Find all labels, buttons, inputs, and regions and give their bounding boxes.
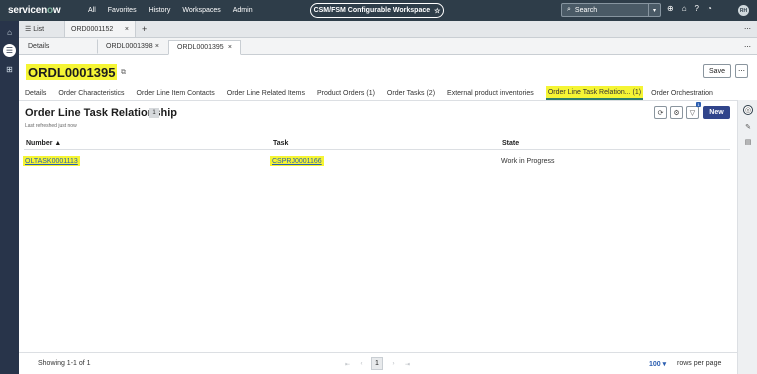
subtab-details[interactable]: Details	[19, 39, 97, 54]
tab-order-orchestration[interactable]: Order Orchestration	[651, 86, 713, 100]
tab-product-orders[interactable]: Product Orders (1)	[317, 86, 375, 100]
last-refreshed-text: Last refreshed just now	[25, 123, 77, 129]
document-icon[interactable]: ▤	[743, 137, 753, 147]
nav-all[interactable]: All	[82, 7, 102, 14]
add-tab-button[interactable]: +	[136, 21, 153, 37]
tab-order-tasks[interactable]: Order Tasks (2)	[387, 86, 435, 100]
gear-icon: ⚙	[673, 109, 680, 117]
record-subtab-strip: Details ORDL0001398 × ORDL0001395 × ⋯	[19, 38, 757, 55]
subtab-ordl0001398[interactable]: ORDL0001398 ×	[97, 39, 168, 54]
header-divider	[24, 149, 730, 150]
tab-ord-label: ORD0001152	[71, 25, 114, 33]
help-icon[interactable]: ?	[695, 4, 699, 13]
tab-order-line-task-relationship[interactable]: Order Line Task Relation... (1)	[545, 86, 644, 100]
record-tabs: Details Order Characteristics Order Line…	[25, 86, 737, 100]
more-subtabs-button[interactable]: ⋯	[744, 39, 751, 54]
refresh-icon: ⟳	[657, 109, 664, 117]
global-search[interactable]: ⌕ Search ▾	[561, 3, 661, 17]
subtab-395-label: ORDL0001395	[177, 44, 224, 51]
pagination-summary: Showing 1-1 of 1	[38, 360, 91, 367]
filter-button[interactable]: ▽	[686, 106, 699, 119]
column-header-task[interactable]: Task	[273, 140, 288, 147]
list-tab-icon: ☰	[25, 26, 34, 33]
tab-order-line-related-items[interactable]: Order Line Related Items	[227, 86, 305, 100]
subtab-details-label: Details	[28, 43, 50, 50]
plus-icon: +	[142, 24, 148, 34]
column-header-state[interactable]: State	[502, 140, 519, 147]
header-icons: ⊕ ⌂ ? ◔	[667, 4, 712, 13]
nav-admin[interactable]: Admin	[227, 7, 259, 14]
subtab-ordl0001395[interactable]: ORDL0001395 ×	[168, 40, 241, 55]
refresh-button[interactable]: ⟳	[654, 106, 667, 119]
previous-page-icon[interactable]: ‹	[356, 358, 367, 370]
tab-order-line-item-contacts[interactable]: Order Line Item Contacts	[137, 86, 215, 100]
search-icon: ⌕	[567, 6, 571, 13]
close-icon[interactable]: ×	[155, 43, 159, 50]
tab-details[interactable]: Details	[25, 86, 46, 100]
workspace-tab-strip: ☰ List ORD0001152 × + ⋯	[19, 21, 757, 38]
row-number-link[interactable]: OLTASK0001113	[23, 156, 80, 166]
search-scope-dropdown-icon[interactable]: ▾	[648, 4, 660, 16]
workspace-selector[interactable]: CSM/FSM Configurable Workspace ☆	[310, 3, 444, 18]
workspace-label: CSM/FSM Configurable Workspace	[313, 7, 431, 14]
right-rail: ◎ ✎ ▤	[737, 100, 757, 374]
row-state: Work in Progress	[501, 157, 555, 165]
servicenow-logo[interactable]: servicenow	[8, 5, 74, 16]
record-title: ORDL0001395	[26, 64, 118, 80]
search-input[interactable]: Search	[575, 7, 597, 14]
main-menu: All Favorites History Workspaces Admin	[82, 7, 259, 14]
tab-order-characteristics[interactable]: Order Characteristics	[58, 86, 124, 100]
top-navigation-bar: servicenow All Favorites History Workspa…	[0, 0, 757, 21]
more-tabs-button[interactable]: ⋯	[744, 21, 751, 37]
star-icon[interactable]: ☆	[434, 7, 440, 15]
nav-workspaces[interactable]: Workspaces	[176, 7, 226, 14]
tabs-divider	[19, 100, 737, 101]
footer-divider	[19, 352, 737, 353]
tab-ord0001152[interactable]: ORD0001152 ×	[64, 21, 136, 37]
current-page-button[interactable]: 1	[371, 357, 383, 370]
tab-list[interactable]: ☰ List	[19, 21, 64, 37]
chat-icon[interactable]: ⌂	[682, 4, 687, 13]
last-page-icon[interactable]: ⇥	[402, 358, 413, 370]
globe-icon[interactable]: ⊕	[667, 4, 674, 13]
copy-link-icon[interactable]: ⧉	[121, 69, 126, 77]
hierarchy-icon[interactable]: ⊞	[3, 63, 16, 76]
left-rail: ⌂ ☰ ⊞	[0, 21, 19, 374]
tab-external-product-inventories[interactable]: External product inventories	[447, 86, 534, 100]
list-icon[interactable]: ☰	[3, 44, 16, 57]
save-button[interactable]: Save	[703, 64, 731, 78]
row-task-link[interactable]: CSPRJ0001166	[270, 156, 324, 166]
related-list-count-badge: 1	[149, 108, 159, 118]
subtab-398-label: ORDL0001398	[106, 43, 153, 50]
column-header-number[interactable]: Number ▲	[26, 140, 61, 147]
filter-icon: ▽	[689, 109, 696, 117]
user-avatar[interactable]: RH	[738, 5, 749, 16]
new-button[interactable]: New	[703, 106, 730, 119]
close-icon[interactable]: ×	[125, 26, 129, 33]
first-page-icon[interactable]: ⇤	[342, 358, 353, 370]
nav-favorites[interactable]: Favorites	[102, 7, 143, 14]
bell-icon[interactable]: ◔	[707, 4, 712, 13]
rows-per-page-select[interactable]: 100 ▾	[649, 360, 666, 368]
close-icon[interactable]: ×	[228, 44, 232, 51]
record-more-button[interactable]: ⋯	[735, 64, 748, 78]
rows-per-page-label: rows per page	[677, 360, 722, 367]
agent-assist-icon[interactable]: ◎	[743, 105, 753, 115]
home-icon[interactable]: ⌂	[3, 26, 16, 39]
tab-list-label: List	[33, 25, 45, 33]
nav-history[interactable]: History	[143, 7, 177, 14]
filter-count-badge: 1	[696, 102, 701, 107]
settings-button[interactable]: ⚙	[670, 106, 683, 119]
next-page-icon[interactable]: ›	[388, 358, 399, 370]
attachment-icon[interactable]: ✎	[743, 122, 753, 132]
